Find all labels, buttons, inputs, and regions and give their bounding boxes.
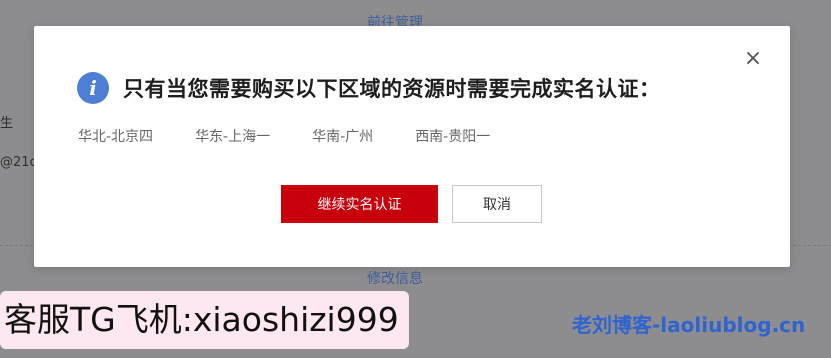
region-item: 华北-北京四 [78,129,154,145]
watermark-site: 老刘博客-laoliublog.cn [572,313,806,337]
region-item: 华东-上海一 [195,129,271,145]
region-list: 华北-北京四 华东-上海一 华南-广州 西南-贵阳一 [78,126,532,146]
close-icon[interactable]: × [742,48,764,70]
info-icon: i [77,72,109,104]
watermark-contact: 客服TG飞机:xiaoshizi999 [0,291,409,349]
modify-info-link[interactable]: 修改信息 [367,268,423,288]
continue-verification-button[interactable]: 继续实名认证 [281,185,438,223]
dialog-header: i 只有当您需要购买以下区域的资源时需要完成实名认证： [77,72,661,104]
background-email-fragment: @21c [0,155,37,170]
region-item: 西南-贵阳一 [415,129,491,145]
real-name-auth-dialog: × i 只有当您需要购买以下区域的资源时需要完成实名认证： 华北-北京四 华东-… [34,26,790,267]
cancel-button[interactable]: 取消 [452,185,542,223]
region-item: 华南-广州 [312,129,374,145]
dialog-title: 只有当您需要购买以下区域的资源时需要完成实名认证： [123,77,661,101]
background-label: 生 [0,116,14,131]
